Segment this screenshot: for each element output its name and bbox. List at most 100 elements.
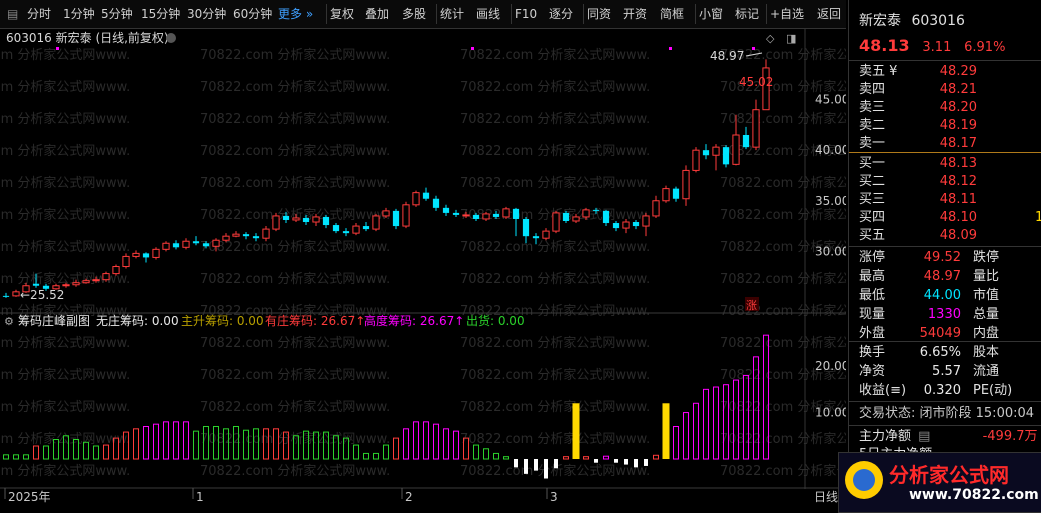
toolbar-item-9[interactable]: 多股 [399,4,429,24]
candle-body-down [632,222,640,227]
stat-value: 48.97 [923,269,961,284]
candle-body-down [562,212,570,221]
sub-bar [453,430,459,460]
candle-body-up [482,213,490,220]
sub-legend-item: 无庄筹码: 0.00 [96,313,179,328]
toolbar-item-1[interactable]: 1分钟 [60,4,98,24]
bid-row: 买二 48.12 [859,173,977,191]
candle-body-up [82,280,90,284]
bid-price: 48.12 [939,174,977,189]
ask-label: 卖三 [859,100,886,115]
divider [849,152,1041,153]
candle-body-down [32,283,40,286]
settings-icon: ⚙ [4,315,14,328]
candle-body-up [372,215,380,230]
watermark: 70822.com 分析家公式网www. [200,79,390,95]
watermark: 70822.com 分析家公式网www. [460,335,650,351]
toolbar-item-4[interactable]: 30分钟 [184,4,229,24]
watermark: 70822.com 分析家公式网www. [720,335,846,351]
toolbar-item-11[interactable]: 画线 [473,4,503,24]
watermark: 70822.com 分析家公式网www. [200,143,390,159]
candle-body-down [742,135,750,148]
sub-bar [393,437,399,460]
sub-legend-item: 高度筹码: 26.67↑ [364,313,464,328]
site-logo: 分析家公式网 www.70822.com [838,452,1041,513]
candle-body-down [302,217,310,223]
toolbar-item-20[interactable]: 返回 [814,4,844,24]
watermark: 70822.com 分析家公式网www. [0,111,130,127]
toolbar-item-6[interactable]: 更多 » [275,4,316,24]
candle-body-up [552,212,560,232]
sub-bar [534,459,538,471]
trade-status: 交易状态: 闭市阶段 15:00:04 [859,406,1035,421]
toolbar-item-12[interactable]: F10 [511,4,540,24]
sub-bar [723,384,729,460]
toolbar-item-0[interactable]: 分时 [24,4,54,24]
ask-row: 卖二 48.19 [859,117,977,135]
candle-body-down [442,207,450,213]
sub-bar [473,444,479,460]
watermark: 70822.com 分析家公式网www. [0,367,130,383]
toolbar-item-16[interactable]: 简框 [657,4,687,24]
candle-body-up [132,252,140,257]
candle-body-up [112,266,120,275]
dropdown-icon [166,33,176,43]
watermark: 70822.com 分析家公式网www. [0,239,130,255]
grid-icon[interactable]: ▤ [4,4,21,24]
sub-bar [173,421,179,460]
toolbar-item-15[interactable]: 开资 [620,4,650,24]
toolbar-item-2[interactable]: 5分钟 [98,4,136,24]
toolbar-item-19[interactable]: +自选 [766,4,807,24]
menu-icon[interactable]: ▤ [918,429,930,444]
toolbar-item-14[interactable]: 同资 [583,4,614,24]
sub-bar [514,459,518,468]
bid-price: 48.13 [939,156,977,171]
fin-label: PE(动) [973,383,1013,398]
toolbar-item-3[interactable]: 15分钟 [138,4,183,24]
candle-body-down [472,214,480,219]
sub-bar [183,421,189,460]
fin-value: 0.320 [923,383,961,398]
y-tick-label: 40.00 [815,143,846,157]
candle-body-up [622,221,630,229]
toolbar-item-8[interactable]: 叠加 [362,4,392,24]
toolbar-item-17[interactable]: 小窗 [695,4,726,24]
sub-bar [443,428,449,460]
toolbar-item-13[interactable]: 逐分 [546,4,576,24]
divider [849,425,1041,426]
candle-body-up [712,146,720,156]
sub-bar [3,454,9,460]
sub-bar [673,426,679,460]
watermark: 70822.com 分析家公式网www. [200,399,390,415]
chart-svg[interactable]: 70822.com 分析家公式网www. 70822.com 分析家公式网www.… [0,29,846,511]
ask-price: 48.19 [939,118,977,133]
candle-body-down [392,210,400,227]
toolbar-item-5[interactable]: 60分钟 [230,4,275,24]
ask-price: 48.21 [939,82,977,97]
candle-body-down [422,192,430,199]
candle-body-up [382,210,390,217]
divider [849,246,1041,247]
candle-body-up [312,216,320,223]
sub-bar [594,459,598,463]
price-change: 3.11 [922,40,952,55]
stat-label: 跌停 [973,250,1000,265]
toolbar-item-7[interactable]: 复权 [326,4,357,24]
bid-row: 买一 48.13 [859,155,977,173]
candle-body-down [282,215,290,220]
mid-label: 45.02 [739,75,773,89]
candle-body-down [142,253,150,258]
bid-row: 买四 48.10 1 [859,209,1041,227]
bid-label: 买一 [859,156,886,171]
candle-body-up [692,149,700,171]
candle-body-down [342,231,350,234]
toolbar-item-18[interactable]: 标记 [732,4,762,24]
stat-row: 最低 44.00 市值 [859,287,1011,305]
candle-body-up [402,204,410,227]
fin-row: 收益(≡) 0.320 PE(动) [859,382,1013,400]
sub-bar [43,445,49,460]
signal-dot [471,47,474,50]
toolbar-item-10[interactable]: 统计 [436,4,467,24]
divider [849,341,1041,342]
main-net-value: -499.7万 [982,429,1038,444]
